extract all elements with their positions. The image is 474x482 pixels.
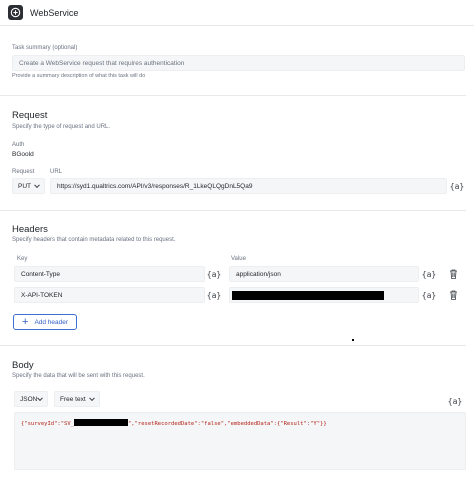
request-section-subtitle: Specify the type of request and URL. (12, 124, 111, 130)
header-key-value: Content-Type (21, 270, 61, 278)
piped-text-icon[interactable]: {a} (207, 287, 221, 303)
url-input[interactable]: https://syd1.qualtrics.com/API/v3/respon… (50, 178, 447, 194)
piped-text-icon[interactable]: {a} (448, 393, 462, 409)
header-value-input[interactable]: application/json (229, 266, 419, 282)
chevron-down-icon (89, 395, 95, 402)
piped-text-icon[interactable]: {a} (422, 266, 436, 282)
divider (0, 345, 466, 346)
add-header-button[interactable]: + Add header (13, 314, 77, 330)
auth-value[interactable]: BGoold (12, 151, 34, 158)
plus-icon: + (22, 315, 29, 328)
redaction-box (232, 291, 384, 300)
headers-section-subtitle: Specify headers that contain metadata re… (12, 237, 176, 243)
body-code-editor[interactable]: {"surveyId":"SV_ ","resetRecordedDate":"f… (14, 412, 466, 470)
body-code-start: {"surveyId":"SV_ (21, 421, 74, 427)
task-summary-label: Task summary (optional) (12, 45, 78, 51)
header-key-input[interactable]: Content-Type (14, 266, 205, 282)
url-label: URL (50, 169, 63, 175)
chevron-down-icon (34, 182, 40, 189)
cursor-dot (352, 339, 354, 341)
body-mode-dropdown[interactable]: Free text (54, 391, 100, 407)
divider (0, 210, 466, 211)
window-title: WebService (30, 8, 79, 18)
auth-label: Auth (12, 142, 25, 148)
piped-text-icon[interactable]: {a} (207, 266, 221, 282)
url-value: https://syd1.qualtrics.com/API/v3/respon… (57, 182, 253, 190)
trash-icon[interactable] (449, 290, 458, 300)
request-method-value: PUT (18, 182, 31, 190)
window-header: WebService (0, 0, 474, 26)
piped-text-icon[interactable]: {a} (450, 178, 464, 194)
request-method-label: Request (12, 169, 35, 175)
task-summary-input[interactable]: Create a WebService request that require… (12, 55, 465, 71)
body-format-value: JSON (20, 395, 38, 403)
request-method-dropdown[interactable]: PUT (12, 178, 45, 194)
redaction-box (73, 419, 128, 426)
header-value-label: Value (231, 256, 246, 262)
chevron-down-icon (37, 395, 43, 402)
body-code-end: ","resetRecordedDate":"false","embeddedD… (127, 421, 327, 427)
body-section-title: Body (12, 360, 34, 371)
webservice-app-icon (8, 5, 23, 20)
body-format-dropdown[interactable]: JSON (14, 391, 48, 407)
body-mode-value: Free text (60, 395, 86, 403)
divider (0, 95, 466, 96)
header-key-label: Key (17, 256, 28, 262)
header-key-input[interactable]: X-API-TOKEN (14, 287, 205, 303)
header-value-value: application/json (236, 270, 281, 278)
trash-icon[interactable] (449, 269, 458, 279)
task-summary-placeholder: Create a WebService request that require… (19, 59, 185, 67)
request-section-title: Request (12, 110, 48, 121)
header-key-value: X-API-TOKEN (21, 291, 63, 299)
headers-section-title: Headers (12, 224, 48, 235)
add-header-label: Add header (34, 318, 69, 326)
piped-text-icon[interactable]: {a} (422, 287, 436, 303)
task-summary-hint: Provide a summary description of what th… (12, 73, 146, 79)
body-section-subtitle: Specify the data that will be sent with … (12, 373, 145, 379)
